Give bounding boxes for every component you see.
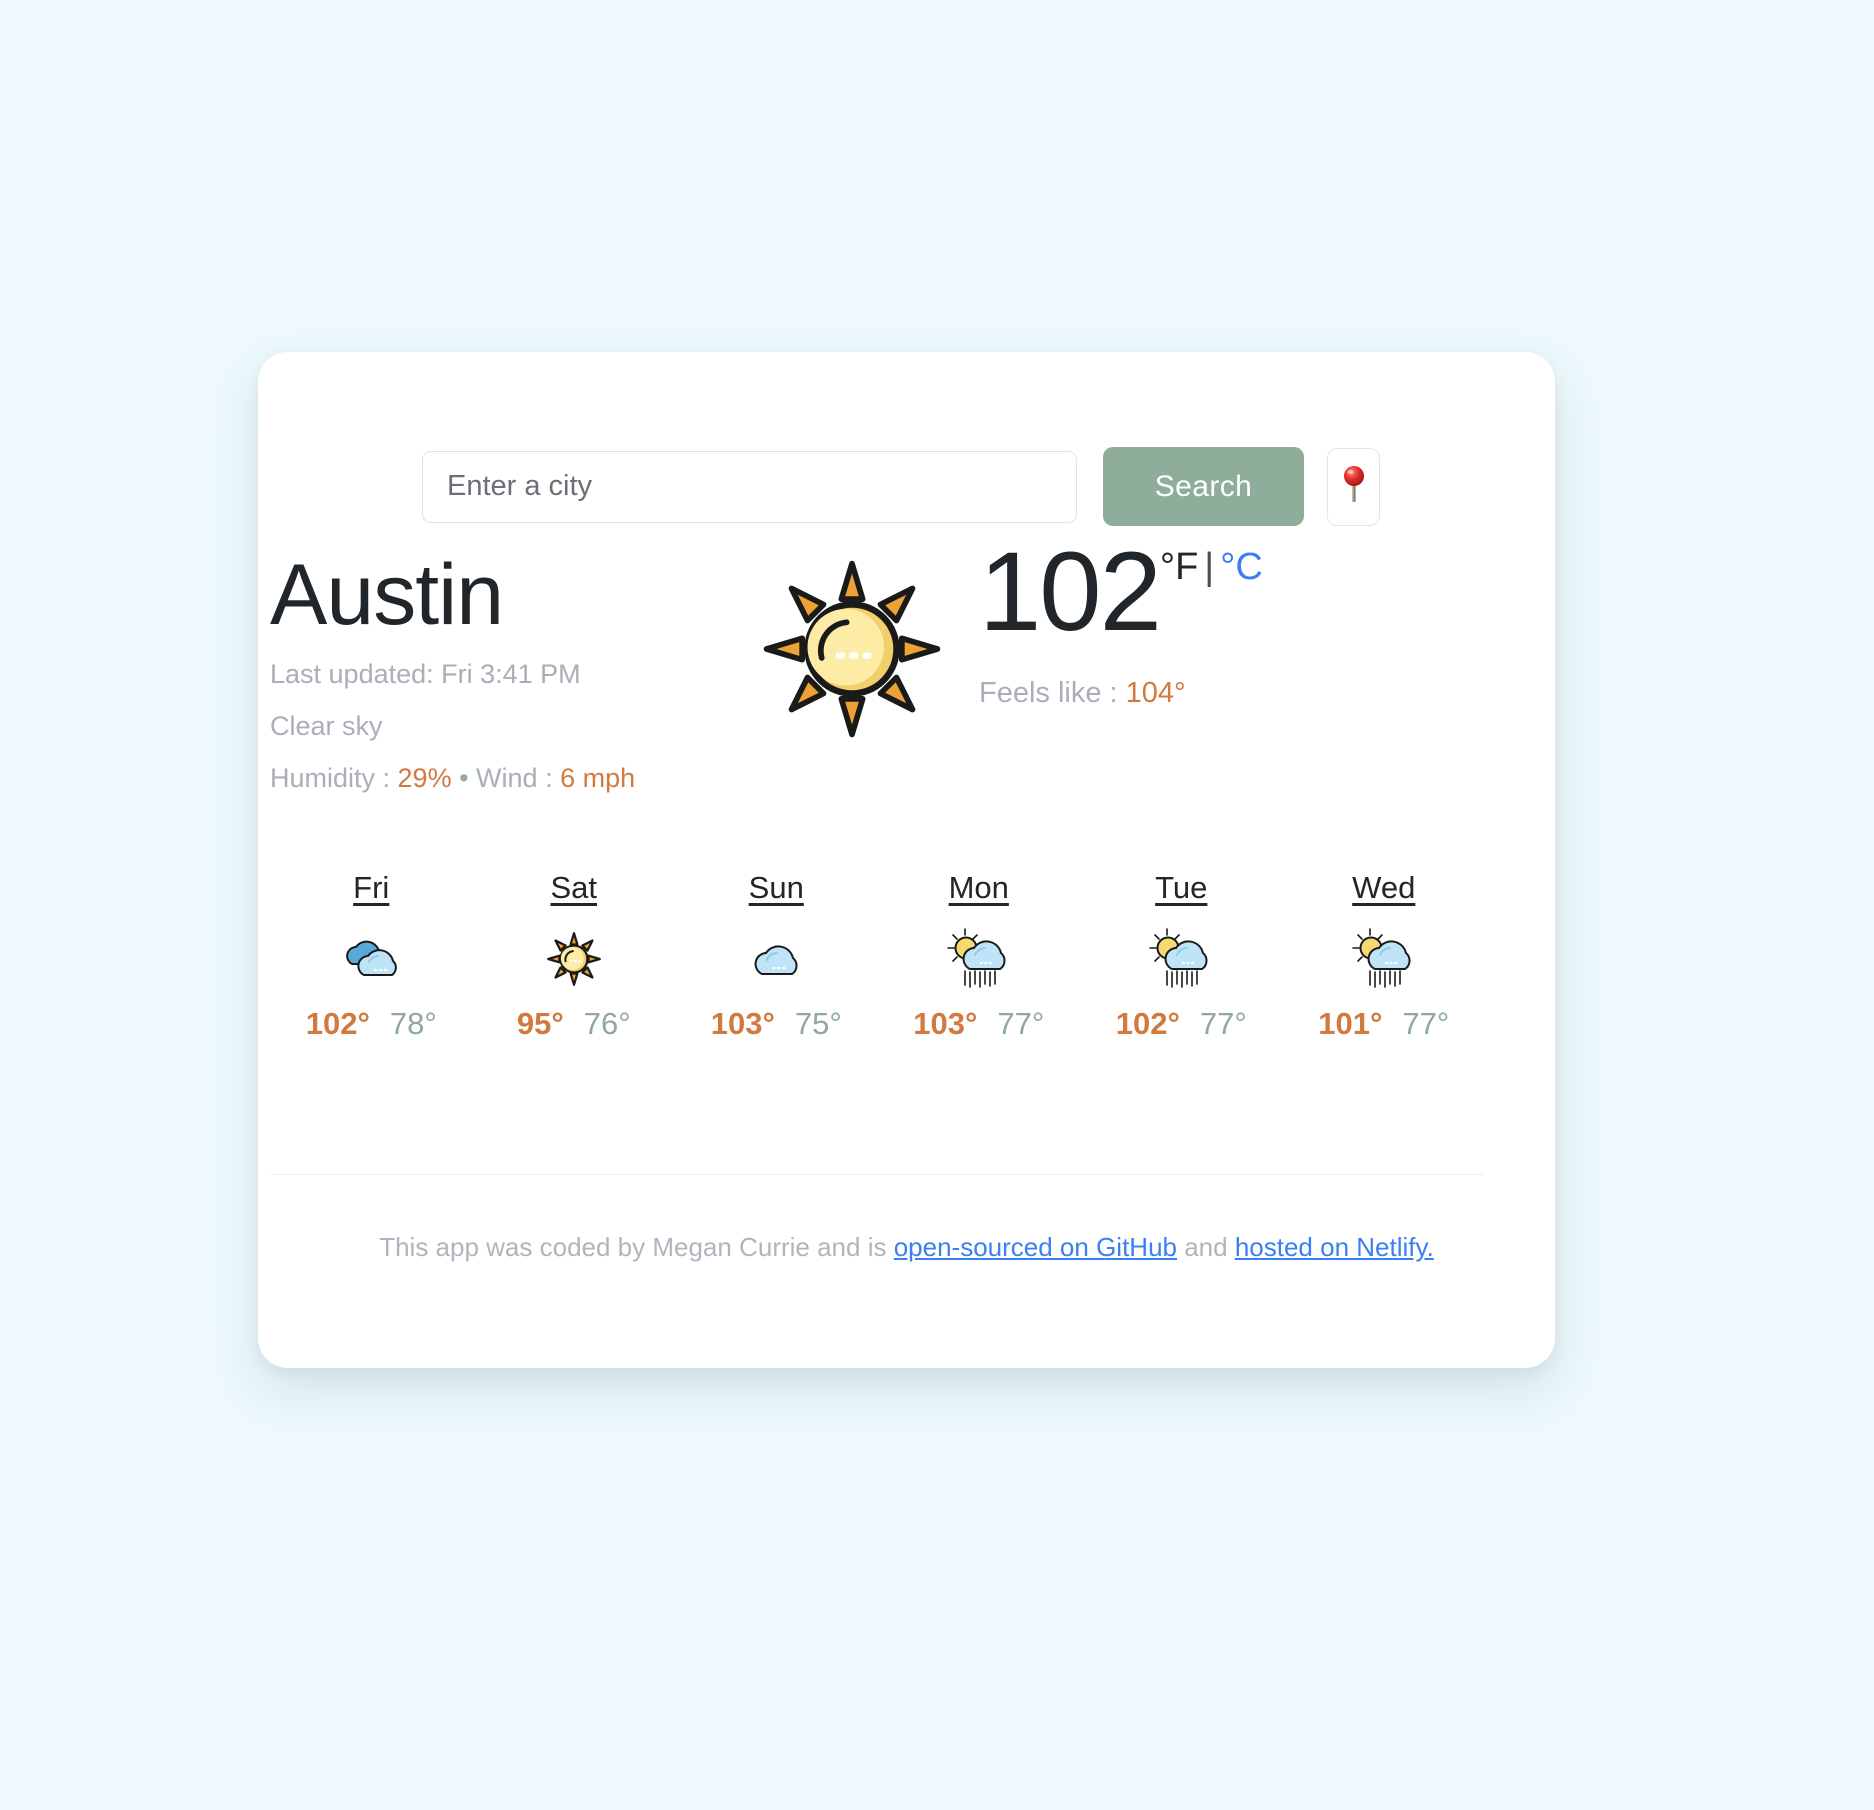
unit-celsius-link[interactable]: °C [1220, 546, 1263, 588]
weather-description: Clear sky [270, 711, 383, 742]
current-weather-section: Austin Last updated: Fri 3:41 PM Clear s… [258, 536, 1555, 852]
current-temperature: 102 [979, 529, 1162, 654]
forecast-day-fri: Fri 102° 78° [270, 870, 473, 1042]
unit-toggle: °F | °C [1160, 548, 1263, 586]
forecast-temp-max: 103° [710, 1006, 775, 1041]
humidity-value: 29% [397, 763, 452, 794]
sun-rain-icon [1080, 922, 1283, 996]
forecast-temps: 101° 77° [1283, 1006, 1486, 1042]
meta-separator: • [451, 763, 477, 794]
forecast-temp-max: 103° [913, 1006, 978, 1041]
forecast-temp-min: 77° [997, 1006, 1045, 1041]
netlify-link[interactable]: hosted on Netlify. [1235, 1232, 1434, 1262]
github-link[interactable]: open-sourced on GitHub [894, 1232, 1177, 1262]
forecast-temp-min: 77° [1199, 1006, 1247, 1041]
forecast-temp-min: 76° [583, 1006, 631, 1041]
pushpin-icon [1339, 464, 1369, 509]
footer-prefix: This app was coded by Megan Currie and i… [379, 1232, 894, 1262]
temperature-line: 102 °F | °C [979, 529, 1263, 654]
forecast-temp-min: 77° [1402, 1006, 1450, 1041]
forecast-temps: 103° 75° [675, 1006, 878, 1042]
sun-rain-icon [1283, 922, 1486, 996]
forecast-temp-max: 102° [1115, 1006, 1180, 1041]
search-input[interactable] [422, 450, 1077, 523]
city-block: Austin Last updated: Fri 3:41 PM Clear s… [270, 552, 635, 794]
temperature-readout: 102 °F | °C Feels like : 104° [979, 529, 1263, 710]
unit-separator: | [1204, 546, 1215, 588]
search-button[interactable]: Search [1103, 447, 1304, 526]
forecast-temps: 103° 77° [878, 1006, 1081, 1042]
forecast-dayname: Mon [948, 870, 1009, 905]
humidity-label: Humidity : [270, 763, 398, 794]
temperature-block: 102 °F | °C Feels like : 104° [763, 529, 1263, 743]
humidity-wind-line: Humidity : 29% • Wind : 6 mph [270, 763, 635, 794]
forecast-dayname: Sat [550, 870, 598, 905]
broken-clouds-icon [270, 922, 473, 996]
forecast-day-wed: Wed 101° 77° [1283, 870, 1486, 1042]
feels-like-label: Feels like : [979, 676, 1126, 709]
divider [270, 1174, 1485, 1175]
sun-rain-icon [878, 922, 1081, 996]
forecast-dayname: Fri [353, 870, 390, 905]
forecast-temps: 102° 78° [270, 1006, 473, 1042]
cloud-icon [675, 922, 878, 996]
forecast-temp-max: 95° [516, 1006, 564, 1041]
sun-icon [763, 560, 941, 743]
forecast-day-sat: Sat 95° 76° [473, 870, 676, 1042]
forecast-temp-max: 101° [1318, 1006, 1383, 1041]
forecast-day-tue: Tue 102° 77° [1080, 870, 1283, 1042]
wind-label: Wind : [476, 763, 561, 794]
last-updated: Last updated: Fri 3:41 PM [270, 659, 581, 689]
footer: This app was coded by Megan Currie and i… [258, 1232, 1555, 1263]
feels-like: Feels like : 104° [979, 677, 1263, 710]
forecast-temp-max: 102° [305, 1006, 370, 1041]
forecast-temp-min: 78° [389, 1006, 437, 1041]
forecast-day-mon: Mon 103° 77° [878, 870, 1081, 1042]
city-name: Austin [270, 547, 504, 643]
forecast-row: Fri 102° 78° Sat 95° 76° Sun 103° 75° Mo… [270, 870, 1485, 1042]
current-location-button[interactable] [1327, 447, 1380, 526]
forecast-dayname: Sun [748, 870, 804, 905]
footer-middle: and [1177, 1232, 1235, 1262]
forecast-temps: 95° 76° [473, 1006, 676, 1042]
forecast-dayname: Tue [1155, 870, 1208, 905]
forecast-day-sun: Sun 103° 75° [675, 870, 878, 1042]
forecast-temp-min: 75° [794, 1006, 842, 1041]
unit-fahrenheit-link[interactable]: °F [1160, 546, 1198, 588]
wind-value: 6 mph [560, 763, 636, 794]
feels-like-value: 104° [1125, 676, 1186, 709]
forecast-temps: 102° 77° [1080, 1006, 1283, 1042]
sun-icon [473, 922, 676, 996]
weather-card: Search [258, 352, 1555, 1368]
forecast-dayname: Wed [1352, 870, 1416, 905]
search-form: Search [422, 447, 1380, 526]
